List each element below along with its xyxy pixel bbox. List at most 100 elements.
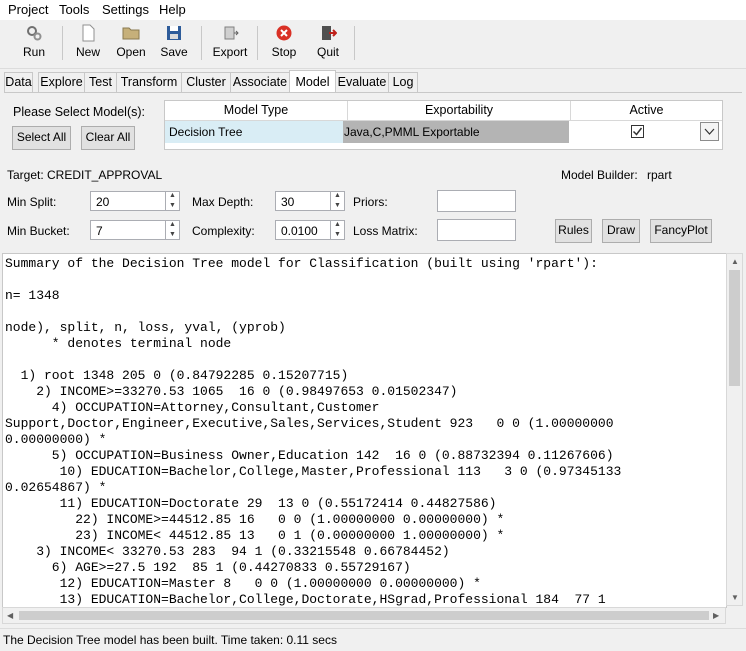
min-split-input[interactable]: 20 ▲ ▼	[90, 191, 180, 211]
max-depth-label: Max Depth:	[192, 195, 254, 209]
loss-matrix-input[interactable]	[437, 219, 516, 241]
model-builder-value: rpart	[647, 168, 672, 182]
spin-down-icon[interactable]: ▼	[331, 230, 344, 240]
min-bucket-value: 7	[96, 224, 103, 238]
run-label: Run	[22, 45, 45, 59]
complexity-input[interactable]: 0.0100 ▲ ▼	[275, 220, 345, 240]
min-split-value: 20	[96, 195, 110, 209]
tab-associate[interactable]: Associate	[230, 72, 290, 92]
quit-door-icon	[322, 26, 337, 40]
model-select-prompt: Please Select Model(s):	[13, 105, 146, 119]
open-label: Open	[116, 45, 146, 59]
exportability-value: Java,C,PMML Exportable	[344, 125, 480, 139]
save-button[interactable]: Save	[158, 24, 190, 64]
gears-icon	[27, 26, 42, 41]
model-type-value: Decision Tree	[169, 125, 243, 139]
tab-cluster[interactable]: Cluster	[181, 72, 231, 92]
scroll-down-arrow-icon[interactable]: ▼	[731, 593, 739, 602]
model-builder-label: Model Builder:	[561, 168, 638, 182]
scroll-right-arrow-icon[interactable]: ▶	[713, 611, 719, 620]
vertical-scroll-thumb[interactable]	[729, 270, 740, 386]
tab-data[interactable]: Data	[4, 72, 33, 92]
quit-button[interactable]: Quit	[312, 24, 344, 64]
stop-label: Stop	[271, 45, 297, 59]
complexity-stepper[interactable]: ▲ ▼	[330, 220, 344, 240]
status-bar: The Decision Tree model has been built. …	[0, 628, 746, 650]
rules-button[interactable]: Rules	[555, 219, 592, 243]
draw-button[interactable]: Draw	[602, 219, 640, 243]
menu-settings[interactable]: Settings	[102, 2, 149, 17]
tab-test[interactable]: Test	[84, 72, 117, 92]
model-type-cell[interactable]: Decision Tree	[165, 121, 343, 143]
toolbar-separator	[201, 26, 202, 60]
priors-label: Priors:	[353, 195, 388, 209]
stop-button[interactable]: Stop	[268, 24, 300, 64]
spin-up-icon[interactable]: ▲	[331, 191, 344, 201]
chevron-down-icon	[704, 128, 715, 135]
loss-matrix-label: Loss Matrix:	[353, 224, 418, 238]
spin-up-icon[interactable]: ▲	[166, 220, 179, 230]
toolbar-separator	[354, 26, 355, 60]
horizontal-scrollbar[interactable]: ◀ ▶	[2, 607, 726, 624]
toolbar: Run New Open Save Export Stop Quit	[0, 20, 746, 69]
run-button[interactable]: Run	[16, 24, 52, 64]
tab-log[interactable]: Log	[388, 72, 418, 92]
output-text: Summary of the Decision Tree model for C…	[5, 256, 622, 607]
header-exportability: Exportability	[424, 103, 494, 117]
min-split-label: Min Split:	[7, 195, 57, 209]
tab-explore[interactable]: Explore	[38, 72, 85, 92]
folder-icon	[122, 27, 140, 40]
max-depth-stepper[interactable]: ▲ ▼	[330, 191, 344, 211]
spin-up-icon[interactable]: ▲	[331, 220, 344, 230]
max-depth-input[interactable]: 30 ▲ ▼	[275, 191, 345, 211]
new-button[interactable]: New	[72, 24, 104, 64]
menu-project[interactable]: Project	[8, 2, 48, 17]
active-cell[interactable]	[569, 121, 722, 143]
menu-tools[interactable]: Tools	[59, 2, 89, 17]
model-table-header: Model Type Exportability Active	[165, 101, 722, 121]
model-table: Model Type Exportability Active Decision…	[164, 100, 723, 150]
target-label: Target: CREDIT_APPROVAL	[7, 168, 163, 182]
header-model-type: Model Type	[223, 103, 289, 117]
max-depth-value: 30	[281, 195, 295, 209]
model-row-decision-tree[interactable]: Decision Tree Java,C,PMML Exportable	[165, 121, 722, 143]
active-dropdown-button[interactable]	[700, 122, 719, 141]
min-bucket-input[interactable]: 7 ▲ ▼	[90, 220, 180, 240]
priors-input[interactable]	[437, 190, 516, 212]
min-split-stepper[interactable]: ▲ ▼	[165, 191, 179, 211]
floppy-disk-icon	[167, 26, 181, 40]
min-bucket-stepper[interactable]: ▲ ▼	[165, 220, 179, 240]
new-label: New	[75, 45, 100, 59]
horizontal-scroll-thumb[interactable]	[19, 611, 709, 620]
complexity-label: Complexity:	[192, 224, 255, 238]
select-all-button[interactable]: Select All	[12, 126, 71, 150]
complexity-value: 0.0100	[281, 224, 318, 238]
min-bucket-label: Min Bucket:	[7, 224, 70, 238]
tab-model[interactable]: Model	[289, 70, 336, 93]
tab-evaluate[interactable]: Evaluate	[335, 72, 389, 92]
new-file-icon	[82, 24, 95, 42]
menu-help[interactable]: Help	[159, 2, 186, 17]
open-button[interactable]: Open	[114, 24, 148, 64]
tab-divider	[4, 92, 742, 93]
scroll-left-arrow-icon[interactable]: ◀	[7, 611, 13, 620]
toolbar-separator	[62, 26, 63, 60]
spin-up-icon[interactable]: ▲	[166, 191, 179, 201]
export-button[interactable]: Export	[210, 24, 250, 64]
export-label: Export	[212, 45, 248, 59]
active-checkbox-icon[interactable]	[631, 125, 644, 138]
toolbar-separator	[257, 26, 258, 60]
menu-bar: Project Tools Settings Help	[0, 0, 746, 20]
fancyplot-button[interactable]: FancyPlot	[650, 219, 712, 243]
stop-icon	[276, 25, 292, 41]
quit-label: Quit	[316, 45, 339, 59]
spin-down-icon[interactable]: ▼	[166, 201, 179, 211]
output-textview[interactable]: Summary of the Decision Tree model for C…	[2, 253, 727, 608]
vertical-scrollbar[interactable]: ▲ ▼	[726, 253, 743, 606]
spin-down-icon[interactable]: ▼	[331, 201, 344, 211]
spin-down-icon[interactable]: ▼	[166, 230, 179, 240]
tab-transform[interactable]: Transform	[116, 72, 182, 92]
clear-all-button[interactable]: Clear All	[81, 126, 135, 150]
exportability-cell: Java,C,PMML Exportable	[343, 121, 569, 143]
scroll-up-arrow-icon[interactable]: ▲	[731, 257, 739, 266]
